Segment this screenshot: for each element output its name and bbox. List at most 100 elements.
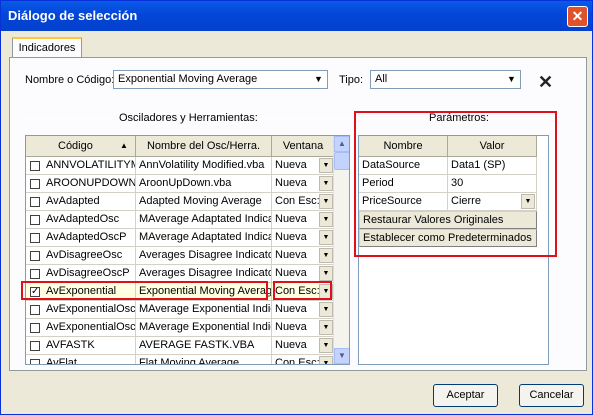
row-checkbox[interactable] [30, 215, 40, 225]
sort-asc-icon: ▲ [120, 141, 128, 150]
window-cell[interactable]: Nueva ▼ [272, 229, 335, 247]
table-row[interactable]: AvAdaptedOsc MAverage Adaptated Indicator… [26, 211, 335, 229]
type-combo[interactable]: All ▼ [370, 70, 521, 89]
window-cell[interactable]: Nueva ▼ [272, 301, 335, 319]
row-checkbox[interactable] [30, 323, 40, 333]
table-row[interactable]: AvAdaptedOscP MAverage Adaptated Indicato… [26, 229, 335, 247]
window-value: Nueva [275, 303, 307, 315]
code-cell[interactable]: AvAdaptedOsc [26, 211, 136, 229]
scroll-thumb[interactable] [334, 152, 349, 170]
column-header-code[interactable]: Código ▲ [26, 136, 136, 157]
close-icon: ✕ [571, 8, 584, 24]
clear-filter-x-icon[interactable]: ✕ [536, 73, 555, 91]
chevron-down-icon[interactable]: ▼ [504, 72, 519, 87]
code-text: AvDisagreeOsc [46, 249, 123, 261]
code-cell[interactable]: AvExponentialOscP [26, 319, 136, 337]
code-text: AvAdaptedOscP [46, 231, 127, 243]
chevron-down-icon[interactable]: ▼ [319, 194, 333, 209]
name-cell: AVERAGE FASTK.VBA [136, 337, 272, 355]
group-divider [25, 118, 113, 119]
chevron-down-icon[interactable]: ▼ [319, 338, 333, 353]
name-cell: MAverage Adaptated Indicator % [136, 229, 272, 247]
chevron-down-icon[interactable]: ▼ [319, 356, 333, 364]
row-checkbox[interactable] [30, 341, 40, 351]
window-value: Nueva [275, 249, 307, 261]
table-row[interactable]: AVFASTK AVERAGE FASTK.VBA Nueva ▼ [26, 337, 335, 355]
row-checkbox[interactable] [30, 251, 40, 261]
chevron-down-icon[interactable]: ▼ [319, 230, 333, 245]
column-header-name[interactable]: Nombre del Osc/Herra. [136, 136, 272, 157]
code-cell[interactable]: AvFlat [26, 355, 136, 365]
code-cell[interactable]: AvAdapted [26, 193, 136, 211]
row-checkbox[interactable] [30, 305, 40, 315]
window-value: Nueva [275, 177, 307, 189]
code-cell[interactable]: ANNVOLATILITYMOD [26, 157, 136, 175]
window-cell[interactable]: Nueva ▼ [272, 157, 335, 175]
name-cell: AroonUpDown.vba [136, 175, 272, 193]
row-checkbox[interactable] [30, 269, 40, 279]
row-checkbox[interactable] [30, 161, 40, 171]
table-row[interactable]: AvExponentialOsc MAverage Exponential Ind… [26, 301, 335, 319]
scroll-up-icon[interactable]: ▲ [334, 136, 349, 152]
window-title: Diálogo de selección [8, 8, 138, 23]
title-bar[interactable]: Diálogo de selección ✕ [1, 1, 592, 31]
chevron-down-icon[interactable]: ▼ [311, 72, 326, 87]
close-button[interactable]: ✕ [567, 6, 588, 27]
code-text: AvExponentialOscP [46, 321, 136, 333]
table-row[interactable]: AvDisagreeOsc Averages Disagree Indicator… [26, 247, 335, 265]
window-cell[interactable]: Nueva ▼ [272, 319, 335, 337]
window-cell[interactable]: Nueva ▼ [272, 247, 335, 265]
code-cell[interactable]: AvDisagreeOsc [26, 247, 136, 265]
name-cell: Flat Moving Average [136, 355, 272, 364]
name-code-label: Nombre o Código: [25, 74, 115, 86]
table-row[interactable]: AvAdapted Adapted Moving Average Con Esc: ▼ [26, 193, 335, 211]
code-text: AvFlat [46, 357, 77, 365]
chevron-down-icon[interactable]: ▼ [319, 212, 333, 227]
chevron-down-icon[interactable]: ▼ [319, 266, 333, 281]
table-row[interactable]: AvFlat Flat Moving Average Con Esc: ▼ [26, 355, 335, 365]
window-cell[interactable]: Nueva ▼ [272, 175, 335, 193]
row-checkbox[interactable] [30, 179, 40, 189]
code-cell[interactable]: AvAdaptedOscP [26, 229, 136, 247]
selected-row-highlight [21, 281, 268, 300]
chevron-down-icon[interactable]: ▼ [319, 248, 333, 263]
column-header-label: Código [58, 140, 93, 152]
window-value: Nueva [275, 339, 307, 351]
indicators-grid: Código ▲ Nombre del Osc/Herra. Ventana A… [25, 135, 350, 365]
code-cell[interactable]: AROONUPDOWN [26, 175, 136, 193]
window-value: Con Esc: [275, 357, 320, 365]
chevron-down-icon[interactable]: ▼ [319, 176, 333, 191]
table-row[interactable]: ANNVOLATILITYMODAnnVolatility Modified.v… [26, 157, 335, 175]
name-cell: Averages Disagree Indicator [136, 247, 272, 265]
code-text: AvAdaptedOsc [46, 213, 120, 225]
tab-indicadores[interactable]: Indicadores [12, 37, 82, 58]
chevron-down-icon[interactable]: ▼ [319, 320, 333, 335]
accept-button[interactable]: Aceptar [433, 384, 498, 407]
row-checkbox[interactable] [30, 359, 40, 364]
vertical-scrollbar[interactable]: ▲ ▼ [333, 136, 349, 364]
group-divider [256, 118, 350, 119]
code-cell[interactable]: AvExponentialOsc [26, 301, 136, 319]
chevron-down-icon[interactable]: ▼ [319, 302, 333, 317]
column-header-window[interactable]: Ventana [272, 136, 335, 157]
row-checkbox[interactable] [30, 197, 40, 207]
window-cell[interactable]: Con Esc: ▼ [272, 193, 335, 211]
chevron-down-icon[interactable]: ▼ [319, 158, 333, 173]
code-text: ANNVOLATILITYMOD [46, 159, 135, 171]
name-cell: AnnVolatility Modified.vba [136, 157, 272, 175]
code-cell[interactable]: AVFASTK [26, 337, 136, 355]
window-cell[interactable]: Nueva ▼ [272, 337, 335, 355]
window-cell[interactable]: Con Esc: ▼ [272, 355, 335, 365]
cancel-button[interactable]: Cancelar [519, 384, 584, 407]
name-cell: MAverage Exponential Indicator [136, 319, 272, 337]
window-value: Nueva [275, 231, 307, 243]
name-code-combo[interactable]: Exponential Moving Average ▼ [113, 70, 328, 89]
name-cell: MAverage Adaptated Indicator [136, 211, 272, 229]
table-row[interactable]: AROONUPDOWN AroonUpDown.vba Nueva ▼ [26, 175, 335, 193]
window-value: Nueva [275, 267, 307, 279]
table-row[interactable]: AvExponentialOscP MAverage Exponential In… [26, 319, 335, 337]
scroll-down-icon[interactable]: ▼ [334, 348, 349, 364]
row-checkbox[interactable] [30, 233, 40, 243]
parameters-highlight [354, 111, 557, 257]
window-cell[interactable]: Nueva ▼ [272, 211, 335, 229]
